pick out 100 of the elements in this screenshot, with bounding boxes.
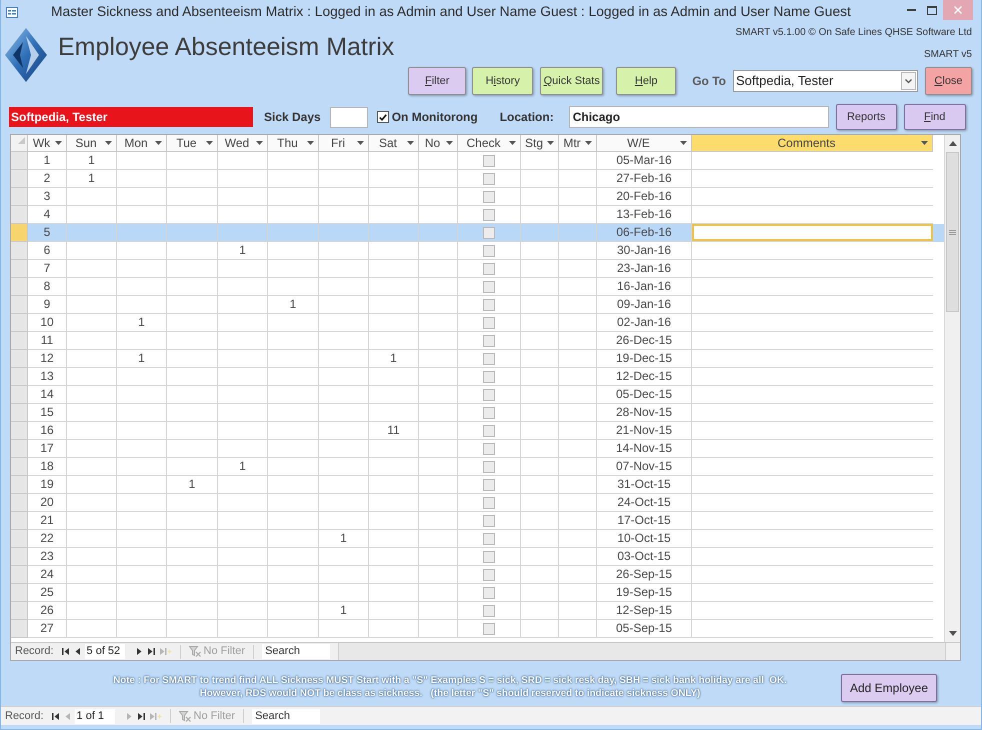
checkbox[interactable] [483,478,495,490]
last-record-icon[interactable] [148,647,155,656]
location-field[interactable]: Chicago [568,106,829,128]
dropdown-arrow-icon [155,141,162,145]
record-selector[interactable] [11,440,28,458]
checkbox[interactable] [483,208,495,220]
goto-combobox[interactable]: Softpedia, Tester [733,70,918,92]
record-selector[interactable] [11,296,28,314]
record-selector[interactable] [11,530,28,548]
horizontal-scrollbar[interactable] [338,643,946,660]
checkbox[interactable] [483,388,495,400]
checkbox[interactable] [483,334,495,346]
copyright-text: SMART v5.1.00 © On Safe Lines QHSE Software Ltd [735,27,972,39]
checkbox[interactable] [483,424,495,436]
quick-stats-button[interactable]: Quick Stats [540,67,604,95]
record-selector[interactable] [11,170,28,188]
checkbox[interactable] [483,622,495,634]
grip-icon [949,230,956,234]
close-button[interactable]: Close [925,67,972,95]
checkbox[interactable] [483,172,495,184]
checkbox[interactable] [483,226,495,238]
reports-button[interactable]: Reports [836,104,897,130]
column-header[interactable]: No [419,135,458,152]
record-selector[interactable] [11,368,28,386]
find-button[interactable]: Find [904,104,966,130]
dropdown-arrow-icon [105,141,112,145]
column-header[interactable]: Stg [521,135,559,152]
record-selector[interactable] [11,512,28,530]
checkbox[interactable] [483,298,495,310]
select-all-icon[interactable] [18,137,25,144]
last-record-icon[interactable] [138,712,145,720]
checkbox[interactable] [483,190,495,202]
next-record-icon[interactable] [136,647,142,656]
column-header[interactable]: Tue [167,135,218,152]
checkbox[interactable] [483,532,495,544]
record-selector[interactable] [11,620,28,638]
checkbox[interactable] [483,514,495,526]
record-selector[interactable] [11,152,28,170]
first-record-icon[interactable] [62,647,69,656]
record-position-field[interactable]: 1 of 1 [74,708,115,724]
record-selector[interactable] [11,548,28,566]
checkbox[interactable] [483,586,495,598]
checkbox[interactable] [483,442,495,454]
checkbox[interactable] [483,568,495,580]
checkbox[interactable] [483,460,495,472]
column-header[interactable]: Wed [218,135,268,152]
record-selector[interactable] [11,476,28,494]
record-selector[interactable] [11,206,28,224]
column-header[interactable]: Sat [369,135,419,152]
checkbox[interactable] [483,280,495,292]
sick-days-input-field[interactable] [330,106,368,128]
comment-input-field[interactable] [692,224,933,241]
record-selector[interactable] [11,224,28,242]
checkbox[interactable] [483,244,495,256]
record-selector[interactable] [11,458,28,476]
add-employee-button[interactable]: Add Employee [841,674,937,702]
record-selector[interactable] [11,350,28,368]
record-selector[interactable] [11,314,28,332]
vertical-scrollbar[interactable] [944,135,960,642]
checkbox[interactable] [483,154,495,166]
checkbox[interactable] [483,604,495,616]
record-selector[interactable] [11,422,28,440]
record-selector[interactable] [11,242,28,260]
record-selector[interactable] [11,278,28,296]
column-header[interactable]: Mtr [559,135,597,152]
record-position-field[interactable]: 5 of 52 [84,644,125,659]
employee-name-field[interactable]: Softpedia, Tester [9,107,253,127]
column-header[interactable]: Check [458,135,521,152]
checkbox[interactable] [483,496,495,508]
record-selector[interactable] [11,494,28,512]
column-header[interactable]: Thu [268,135,319,152]
column-header[interactable]: Sun [67,135,117,152]
record-selector[interactable] [11,188,28,206]
record-selector[interactable] [11,386,28,404]
checkbox[interactable] [483,262,495,274]
checkbox[interactable] [483,406,495,418]
record-selector[interactable] [11,404,28,422]
checkbox[interactable] [376,111,389,123]
column-header[interactable]: Comments [692,135,933,152]
checkbox[interactable] [483,370,495,382]
help-button[interactable]: Help [616,67,676,95]
history-button[interactable]: History [472,67,534,95]
filter-button[interactable]: Filter [408,67,466,95]
search-field[interactable]: Search [262,644,330,659]
record-selector[interactable] [11,566,28,584]
search-field[interactable]: Search [252,708,320,724]
column-header[interactable]: Fri [319,135,369,152]
scrollbar-thumb[interactable] [946,152,959,312]
column-header[interactable]: W/E [597,135,692,152]
record-selector[interactable] [11,584,28,602]
record-selector[interactable] [11,332,28,350]
previous-record-icon[interactable] [74,647,80,656]
checkbox[interactable] [483,352,495,364]
record-selector[interactable] [11,602,28,620]
column-header[interactable]: Mon [117,135,167,152]
first-record-icon[interactable] [52,712,59,720]
record-selector[interactable] [11,260,28,278]
checkbox[interactable] [483,550,495,562]
column-header[interactable]: Wk [28,135,67,152]
checkbox[interactable] [483,316,495,328]
